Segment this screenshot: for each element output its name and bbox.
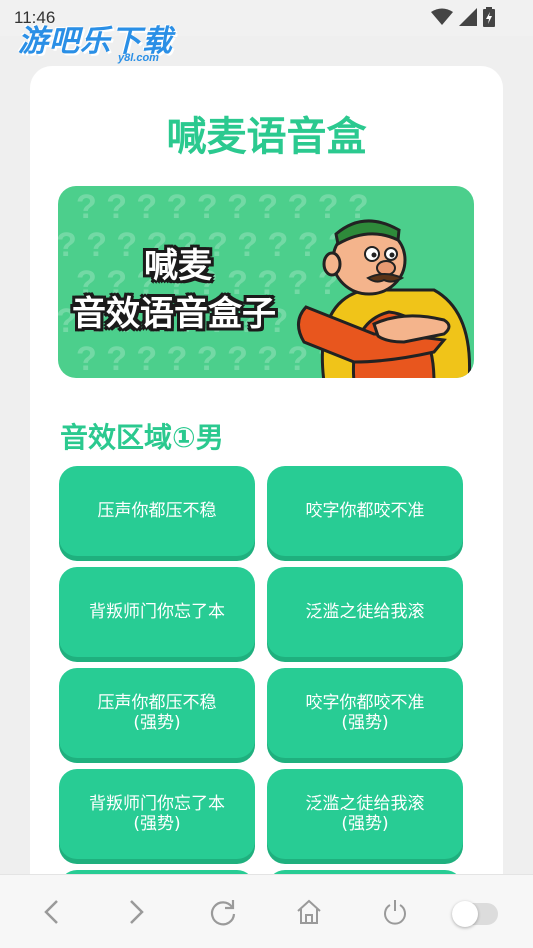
home-icon[interactable] — [292, 895, 326, 929]
forward-icon[interactable] — [120, 895, 154, 929]
watermark-url: y8l.com — [118, 52, 159, 64]
sound-button[interactable]: 压声你都压不稳 — [59, 466, 255, 556]
sound-button-label: 咬字你都咬不准 — [305, 693, 425, 713]
sound-button[interactable]: 咬字你都咬不准 — [267, 466, 463, 556]
back-icon[interactable] — [34, 895, 68, 929]
sound-button[interactable]: 背叛师门你忘了本 (强势) — [59, 769, 255, 859]
toggle-knob — [452, 901, 478, 927]
cartoon-character-icon — [297, 219, 472, 378]
power-icon[interactable] — [378, 895, 412, 929]
sound-button-sub: (强势) — [133, 713, 181, 733]
toggle-switch[interactable] — [452, 901, 498, 927]
section-title: 音效区域①男 — [60, 421, 224, 454]
sound-button-sub: (强势) — [341, 713, 389, 733]
sound-button[interactable]: 泛滥之徒给我滚 (强势) — [267, 769, 463, 859]
banner-title-line2: 音效语音盒子 — [72, 294, 276, 334]
sound-button[interactable]: 背叛师门你忘了本 — [59, 567, 255, 657]
sound-button[interactable]: 咬字你都咬不准 (强势) — [267, 668, 463, 758]
sound-button-label: 压声你都压不稳 — [97, 693, 217, 713]
wifi-icon — [431, 8, 453, 25]
refresh-icon[interactable] — [206, 895, 240, 929]
sound-button-sub: (强势) — [133, 814, 181, 834]
banner-title-line1: 喊麦 — [144, 246, 212, 286]
sound-button-label: 背叛师门你忘了本 — [89, 602, 225, 622]
sound-button-label: 泛滥之徒给我滚 — [305, 602, 425, 622]
bottom-nav-bar — [0, 874, 533, 948]
sound-button-sub: (强势) — [341, 814, 389, 834]
sound-button[interactable]: 压声你都压不稳 (强势) — [59, 668, 255, 758]
page-title: 喊麦语音盒 — [166, 114, 367, 160]
signal-icon — [459, 8, 477, 26]
status-icons — [431, 7, 495, 27]
sound-button-label: 压声你都压不稳 — [97, 501, 217, 521]
sound-button[interactable]: 泛滥之徒给我滚 — [267, 567, 463, 657]
sound-button-label: 咬字你都咬不准 — [305, 501, 425, 521]
sound-button-label: 背叛师门你忘了本 — [89, 794, 225, 814]
sound-button-label: 泛滥之徒给我滚 — [305, 794, 425, 814]
battery-icon — [483, 7, 495, 27]
banner-image: ? ? ? ? ? ? ? ? ? ? ? ? ? ? ? ? ? ? ? ? … — [58, 186, 474, 378]
watermark-logo: 游吧乐下载 y8l.com — [18, 16, 173, 64]
main-card: 喊麦语音盒 ? ? ? ? ? ? ? ? ? ? ? ? ? ? ? ? ? … — [30, 66, 503, 948]
